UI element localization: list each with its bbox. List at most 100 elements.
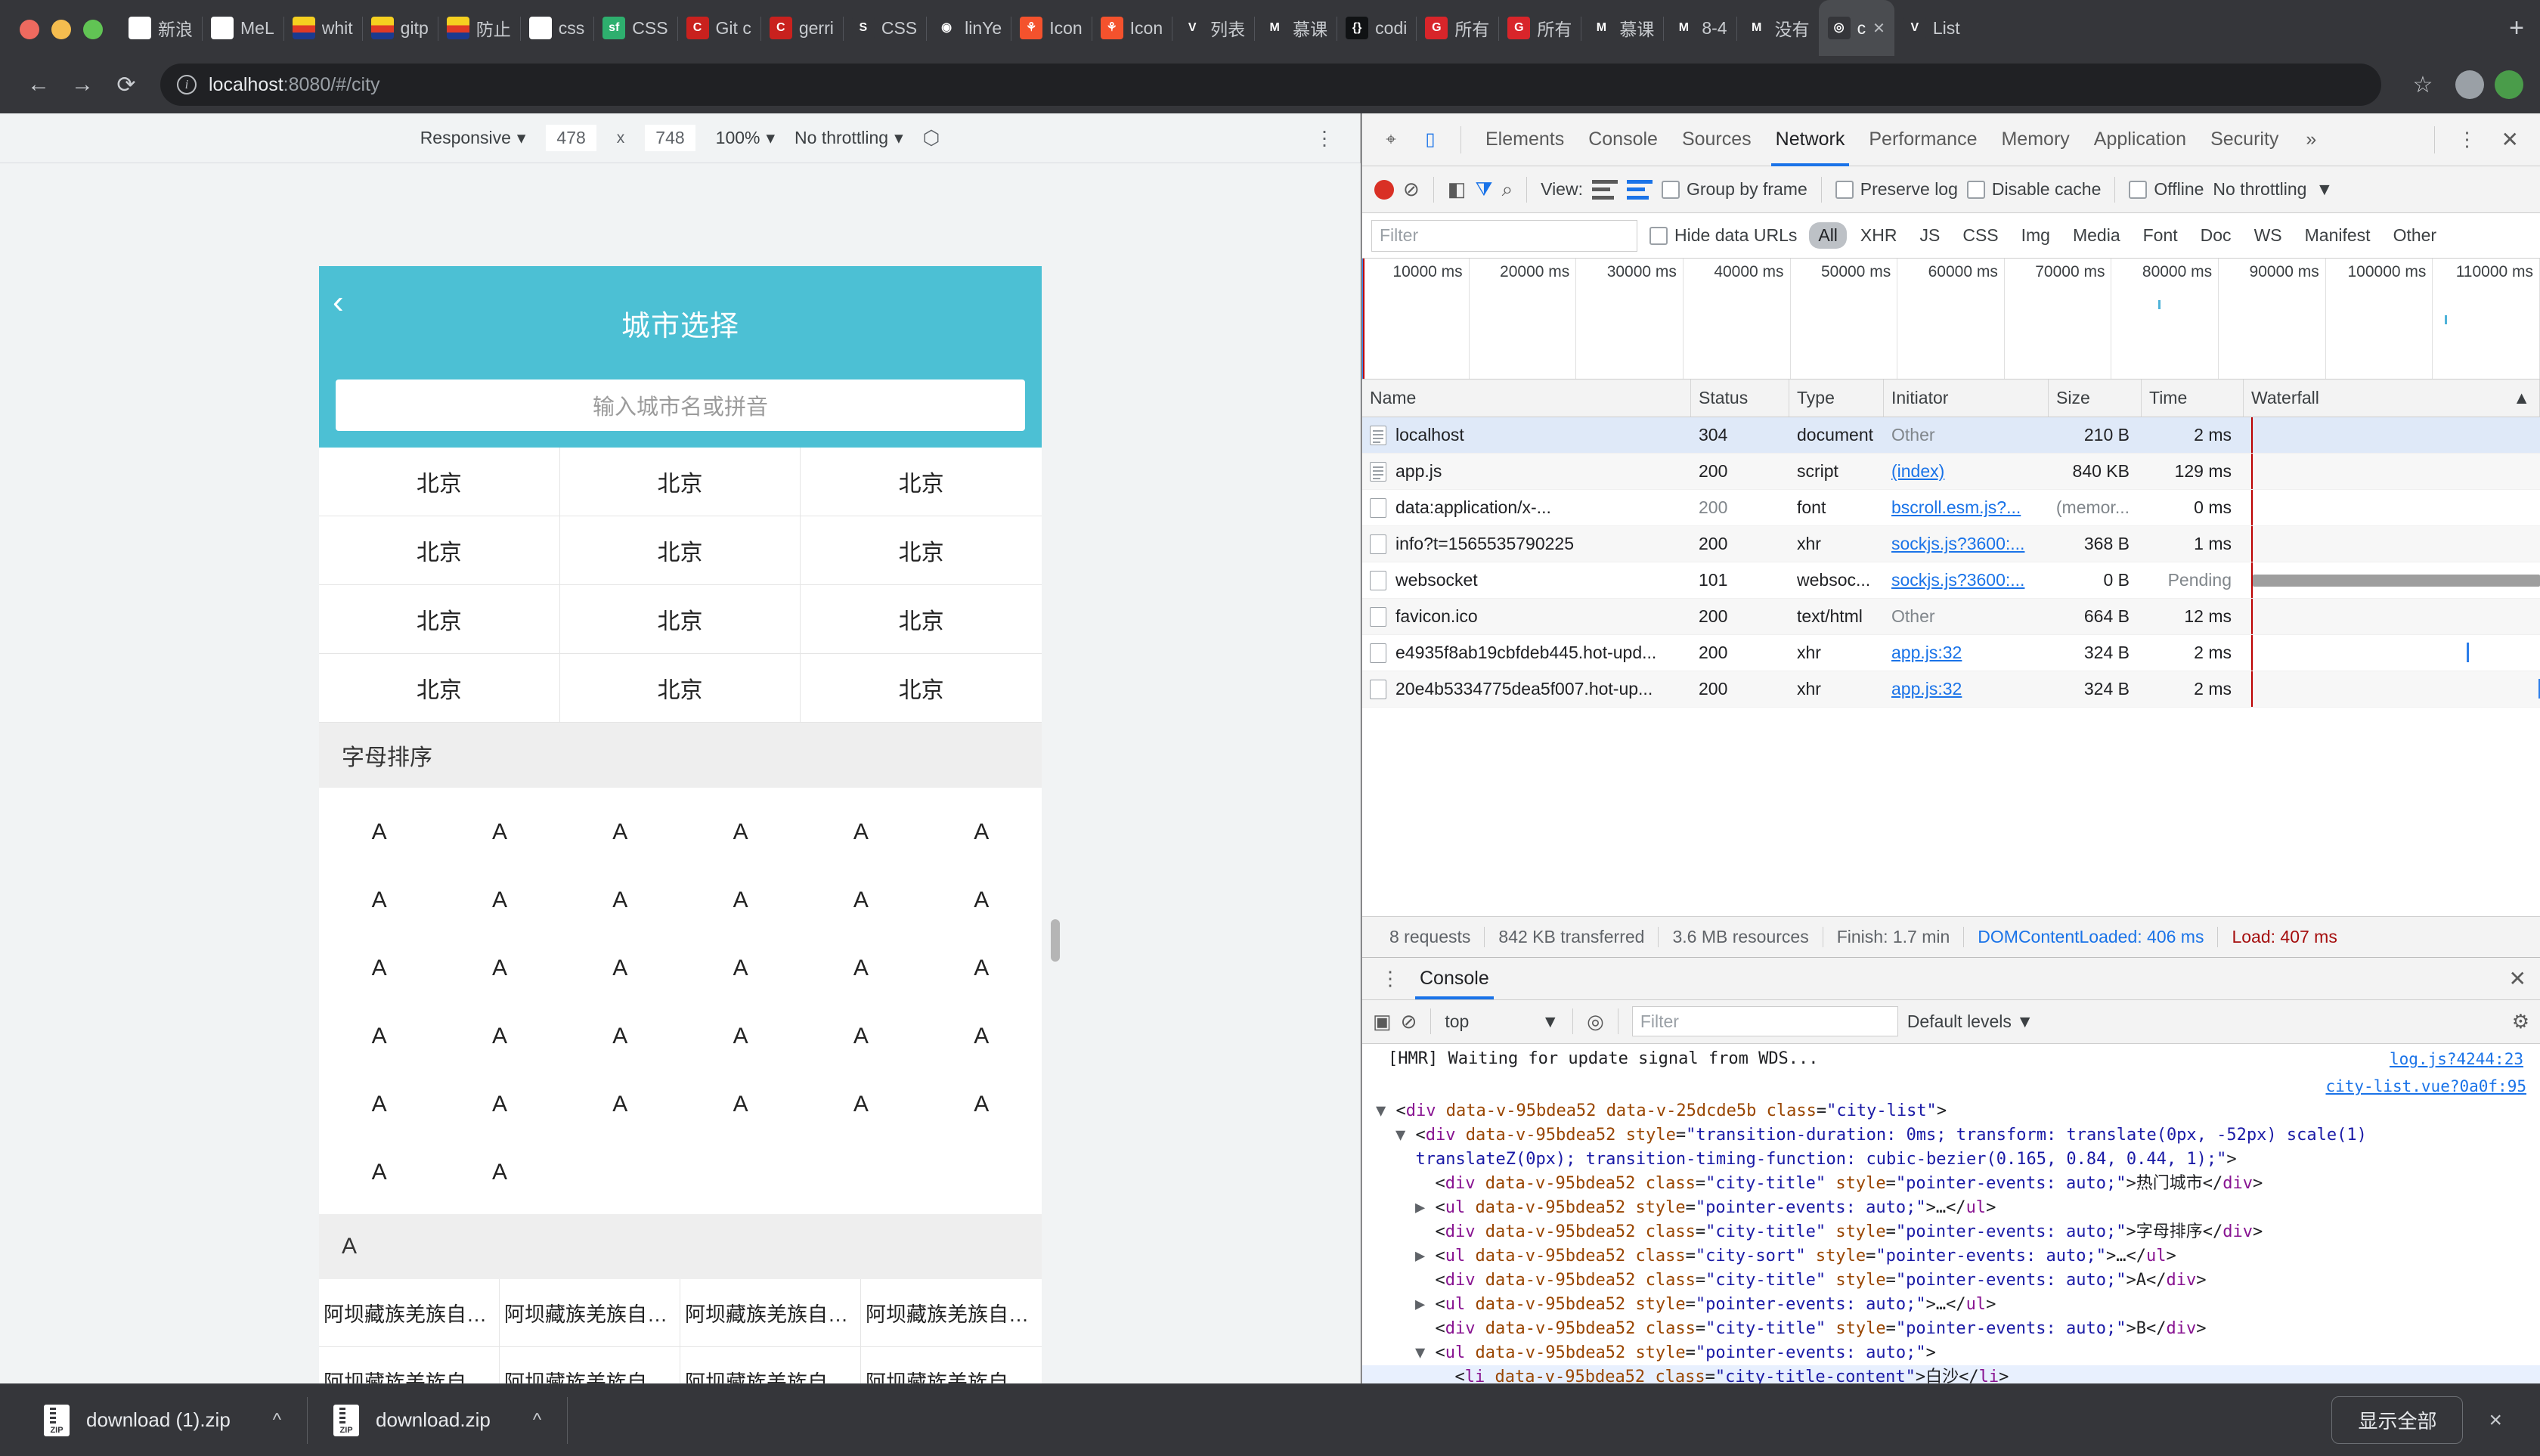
- expand-arrow-closed-icon[interactable]: ▶: [1415, 1295, 1436, 1314]
- device-scrollbar[interactable]: [1051, 919, 1060, 962]
- browser-tab[interactable]: C Git c: [677, 0, 760, 56]
- camera-icon[interactable]: ◧: [1448, 178, 1467, 201]
- letter-item[interactable]: A: [922, 1002, 1042, 1070]
- resource-type-filter-doc[interactable]: Doc: [2192, 222, 2241, 249]
- table-row[interactable]: e4935f8ab19cbfdeb445.hot-upd... 200 xhr app…: [1362, 635, 2540, 671]
- devtools-tab-application[interactable]: Application: [2082, 113, 2198, 166]
- devtools-close-icon[interactable]: ✕: [2491, 127, 2529, 152]
- devtools-tab-memory[interactable]: Memory: [1989, 113, 2081, 166]
- devtools-more-icon[interactable]: ⋮: [2447, 129, 2488, 149]
- letter-item[interactable]: A: [680, 934, 801, 1002]
- browser-tab[interactable]: Cgerri: [760, 0, 843, 56]
- table-row[interactable]: app.js 200 script (index) 840 KB 129 ms: [1362, 454, 2540, 490]
- browser-tab[interactable]: V 列表: [1172, 0, 1254, 56]
- letter-item[interactable]: A: [801, 1002, 921, 1070]
- console-sidebar-icon[interactable]: ▣: [1373, 1010, 1392, 1033]
- hot-city-item[interactable]: 北京: [559, 585, 801, 654]
- dom-node-line[interactable]: translateZ(0px); transition-timing-funct…: [1362, 1148, 2540, 1172]
- close-window-button[interactable]: [20, 20, 39, 39]
- request-initiator[interactable]: app.js:32: [1884, 671, 2049, 707]
- browser-tab[interactable]: ⚘ Icon: [1091, 0, 1172, 56]
- browser-tab[interactable]: M 慕课: [1581, 0, 1663, 56]
- disable-cache-checkbox[interactable]: Disable cache: [1966, 179, 2101, 200]
- browser-tab[interactable]: sf CSS: [593, 0, 677, 56]
- expand-arrow-closed-icon[interactable]: ▶: [1415, 1198, 1436, 1217]
- console-filter-input[interactable]: Filter: [1631, 1006, 1898, 1036]
- column-header-type[interactable]: Type: [1789, 379, 1884, 417]
- city-search-input[interactable]: 输入城市名或拼音: [336, 379, 1025, 431]
- request-initiator[interactable]: sockjs.js?3600:...: [1884, 562, 2049, 598]
- expand-arrow-open-icon[interactable]: ▼: [1395, 1126, 1416, 1145]
- back-button[interactable]: ←: [17, 63, 60, 107]
- resource-type-filter-css[interactable]: CSS: [1953, 222, 2007, 249]
- chevron-left-icon[interactable]: ‹: [333, 286, 344, 319]
- dom-node-line[interactable]: ▶ <ul data-v-95bdea52 style="pointer-eve…: [1362, 1196, 2540, 1220]
- site-info-icon[interactable]: i: [177, 75, 197, 94]
- browser-tab[interactable]: ◎ c ✕: [1818, 0, 1894, 56]
- maximize-window-button[interactable]: [83, 20, 103, 39]
- column-header-waterfall[interactable]: Waterfall ▲: [2244, 379, 2540, 417]
- initiator-link[interactable]: sockjs.js?3600:...: [1891, 534, 2024, 554]
- resource-type-filter-all[interactable]: All: [1809, 222, 1847, 249]
- download-item[interactable]: ZIP download (1).zip ^: [18, 1396, 308, 1444]
- network-throttling-selector[interactable]: No throttling ▾: [795, 128, 903, 148]
- letter-item[interactable]: A: [319, 1070, 439, 1138]
- devtools-tab-performance[interactable]: Performance: [1857, 113, 1989, 166]
- console-source-link[interactable]: log.js?4244:23: [2390, 1047, 2523, 1071]
- resource-type-filter-manifest[interactable]: Manifest: [2296, 222, 2380, 249]
- column-header-size[interactable]: Size: [2049, 379, 2142, 417]
- column-header-time[interactable]: Time: [2142, 379, 2244, 417]
- settings-gear-icon[interactable]: ⚙: [2512, 1010, 2529, 1033]
- letter-item[interactable]: A: [319, 798, 439, 866]
- devtools-tab-sources[interactable]: Sources: [1670, 113, 1764, 166]
- request-initiator[interactable]: app.js:32: [1884, 635, 2049, 671]
- column-header-status[interactable]: Status: [1691, 379, 1789, 417]
- minimize-window-button[interactable]: [51, 20, 71, 39]
- dom-node-line[interactable]: <div data-v-95bdea52 class="city-title" …: [1362, 1220, 2540, 1244]
- devtools-tab-security[interactable]: Security: [2198, 113, 2291, 166]
- letter-item[interactable]: A: [319, 934, 439, 1002]
- new-tab-button[interactable]: +: [2493, 0, 2540, 56]
- resource-type-filter-ws[interactable]: WS: [2245, 222, 2291, 249]
- expand-arrow-open-icon[interactable]: ▼: [1415, 1343, 1436, 1362]
- browser-tab[interactable]: M 慕课: [1254, 0, 1337, 56]
- letter-item[interactable]: A: [801, 866, 921, 934]
- forward-button[interactable]: →: [60, 63, 104, 107]
- browser-tab[interactable]: V List: [1894, 0, 1969, 56]
- hot-city-item[interactable]: 北京: [801, 654, 1042, 723]
- device-height-input[interactable]: 748: [644, 124, 696, 152]
- dom-node-line[interactable]: ▼ <div data-v-95bdea52 data-v-25dcde5b c…: [1362, 1099, 2540, 1123]
- close-download-bar-icon[interactable]: ×: [2489, 1408, 2502, 1433]
- letter-item[interactable]: A: [801, 934, 921, 1002]
- resource-type-filter-media[interactable]: Media: [2064, 222, 2130, 249]
- devtools-tab-network[interactable]: Network: [1764, 113, 1857, 166]
- dom-node-line[interactable]: ▶ <ul data-v-95bdea52 style="pointer-eve…: [1362, 1293, 2540, 1317]
- letter-item[interactable]: A: [319, 866, 439, 934]
- bookmark-star-icon[interactable]: ☆: [2401, 63, 2445, 107]
- browser-tab[interactable]: M 没有: [1736, 0, 1819, 56]
- browser-tab[interactable]: ⚘ Icon: [1011, 0, 1091, 56]
- expand-arrow-closed-icon[interactable]: ▶: [1415, 1247, 1436, 1265]
- hot-city-item[interactable]: 北京: [801, 448, 1042, 516]
- live-expression-icon[interactable]: ◎: [1587, 1010, 1604, 1033]
- console-log-levels-selector[interactable]: Default levels ▼: [1907, 1011, 2034, 1032]
- browser-tab[interactable]: 新新浪: [119, 0, 202, 56]
- record-icon[interactable]: [1374, 179, 1394, 200]
- device-width-input[interactable]: 478: [545, 124, 597, 152]
- letter-item[interactable]: A: [680, 1002, 801, 1070]
- execution-context-selector[interactable]: top ▼: [1445, 1011, 1559, 1032]
- show-all-downloads-button[interactable]: 显示全部: [2331, 1396, 2464, 1444]
- letter-item[interactable]: A: [439, 866, 559, 934]
- letter-item[interactable]: A: [922, 934, 1042, 1002]
- devtools-tab-console[interactable]: Console: [1576, 113, 1670, 166]
- dom-node-line[interactable]: ▼ <ul data-v-95bdea52 style="pointer-eve…: [1362, 1341, 2540, 1365]
- letter-item[interactable]: A: [680, 866, 801, 934]
- browser-tab[interactable]: 防止: [437, 0, 520, 56]
- hot-city-item[interactable]: 北京: [319, 585, 560, 654]
- clear-icon[interactable]: ⊘: [1403, 178, 1420, 201]
- request-initiator[interactable]: sockjs.js?3600:...: [1884, 526, 2049, 562]
- hide-data-urls-checkbox[interactable]: Hide data URLs: [1649, 225, 1797, 246]
- dom-node-line[interactable]: <div data-v-95bdea52 class="city-title" …: [1362, 1172, 2540, 1196]
- hot-city-item[interactable]: 北京: [801, 516, 1042, 585]
- letter-item[interactable]: A: [439, 934, 559, 1002]
